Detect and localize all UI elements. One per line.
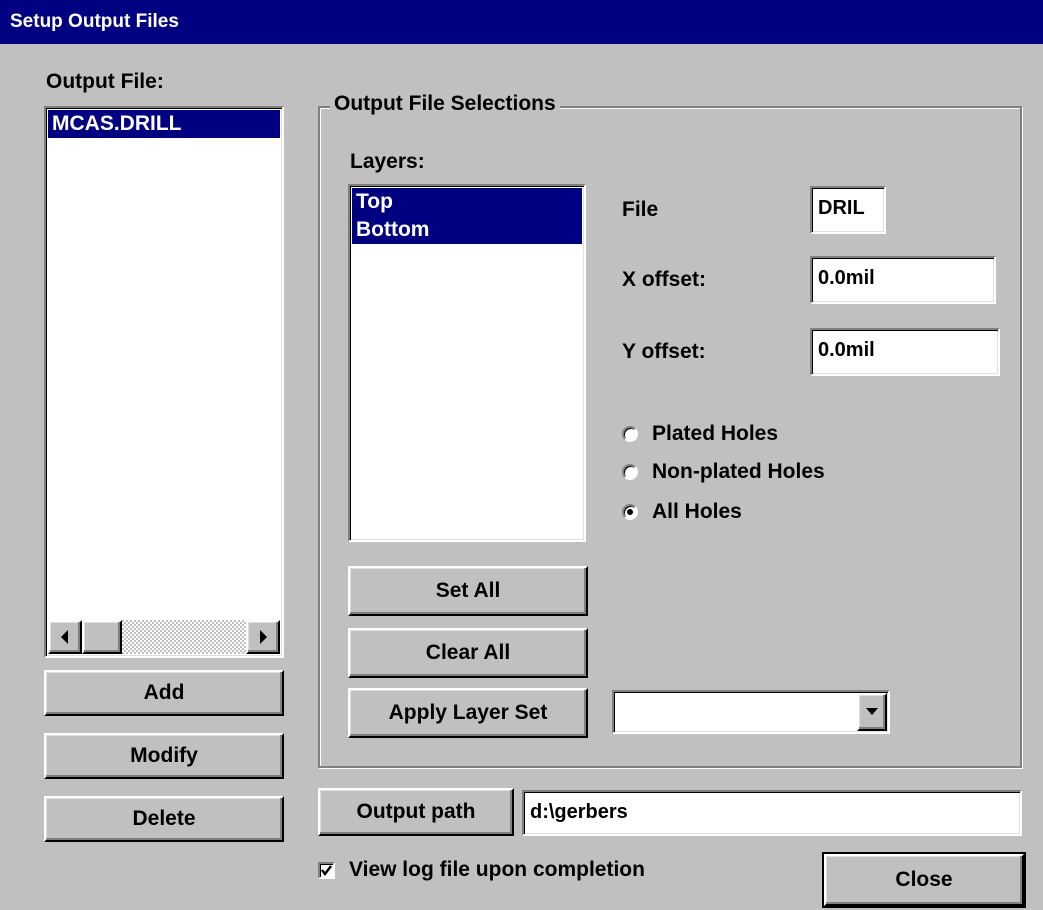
clear-all-label: Clear All xyxy=(425,641,511,664)
all-holes-label: All Holes xyxy=(652,500,742,523)
view-log-checkbox[interactable]: View log file upon completion xyxy=(318,858,645,882)
view-log-label: View log file upon completion xyxy=(349,858,645,881)
output-path-label: Output path xyxy=(356,800,476,823)
output-path-value: d:\gerbers xyxy=(530,801,628,823)
clear-all-button[interactable]: Clear All xyxy=(348,628,588,678)
output-path-field[interactable]: d:\gerbers xyxy=(522,790,1022,836)
output-file-list[interactable]: MCAS.DRILL xyxy=(44,106,284,658)
scroll-thumb[interactable] xyxy=(82,620,122,654)
output-path-button[interactable]: Output path xyxy=(318,788,514,836)
group-title: Output File Selections xyxy=(330,92,560,116)
add-button-label: Add xyxy=(143,681,185,704)
modify-button-label: Modify xyxy=(130,744,198,767)
layers-list[interactable]: Top Bottom xyxy=(348,184,586,542)
modify-button[interactable]: Modify xyxy=(44,733,284,779)
delete-button[interactable]: Delete xyxy=(44,796,284,842)
file-field[interactable]: DRIL xyxy=(810,186,886,234)
y-offset-field[interactable]: 0.0mil xyxy=(810,328,1000,376)
plated-holes-radio[interactable]: Plated Holes xyxy=(622,422,778,446)
layer-set-dropdown[interactable] xyxy=(612,690,890,734)
add-button[interactable]: Add xyxy=(44,670,284,716)
dialog-title: Setup Output Files xyxy=(0,0,1043,44)
x-offset-value: 0.0mil xyxy=(818,267,875,289)
scroll-right-arrow-icon[interactable] xyxy=(246,620,280,654)
y-offset-value: 0.0mil xyxy=(818,339,875,361)
layer-item-bottom[interactable]: Bottom xyxy=(352,216,582,244)
x-offset-field[interactable]: 0.0mil xyxy=(810,256,996,304)
radio-icon[interactable] xyxy=(622,464,638,480)
set-all-button[interactable]: Set All xyxy=(348,566,588,616)
x-offset-label: X offset: xyxy=(622,268,706,291)
apply-layer-set-button[interactable]: Apply Layer Set xyxy=(348,688,588,738)
layer-item-top[interactable]: Top xyxy=(352,188,582,216)
apply-layer-set-label: Apply Layer Set xyxy=(388,701,548,724)
set-all-label: Set All xyxy=(435,579,501,602)
delete-button-label: Delete xyxy=(132,807,196,830)
output-file-label: Output File: xyxy=(46,70,164,93)
output-file-item[interactable]: MCAS.DRILL xyxy=(48,110,280,138)
close-button-label: Close xyxy=(895,868,953,891)
non-plated-holes-label: Non-plated Holes xyxy=(652,460,825,483)
file-field-value: DRIL xyxy=(818,197,865,219)
radio-icon[interactable] xyxy=(622,426,638,442)
chevron-down-icon[interactable] xyxy=(857,693,887,731)
plated-holes-label: Plated Holes xyxy=(652,422,779,445)
checkbox-checked-icon[interactable] xyxy=(318,861,335,879)
non-plated-holes-radio[interactable]: Non-plated Holes xyxy=(622,460,825,484)
horizontal-scrollbar[interactable] xyxy=(48,620,280,654)
layers-label: Layers: xyxy=(350,150,425,173)
all-holes-radio[interactable]: All Holes xyxy=(622,500,742,524)
scroll-left-arrow-icon[interactable] xyxy=(48,620,82,654)
radio-selected-icon[interactable] xyxy=(622,504,638,520)
y-offset-label: Y offset: xyxy=(622,340,706,363)
file-label: File xyxy=(622,198,659,221)
close-button[interactable]: Close xyxy=(822,852,1026,908)
